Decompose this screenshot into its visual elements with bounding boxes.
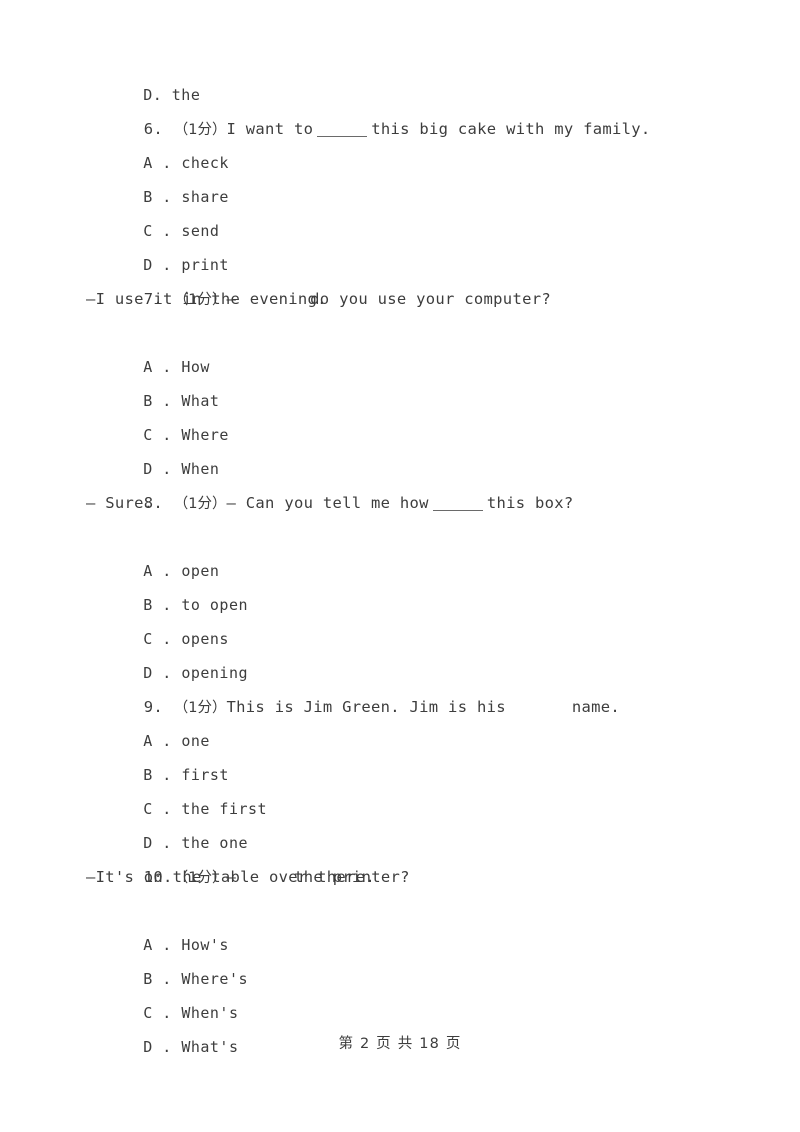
option-row: A . open: [86, 520, 746, 580]
option-text: Where: [181, 426, 229, 444]
answer-blank: [432, 510, 483, 511]
option-text: check: [181, 154, 229, 172]
option-letter: C: [143, 222, 153, 240]
option-separator: .: [162, 392, 172, 410]
question-stem-after: do you use your computer?: [310, 290, 551, 308]
question-number: 9.: [143, 698, 164, 716]
option-text: When: [181, 460, 220, 478]
option-separator: .: [162, 188, 172, 206]
option-separator: .: [162, 154, 172, 172]
option-separator: .: [162, 596, 172, 614]
option-letter: C: [143, 1004, 153, 1022]
option-text: one: [181, 732, 210, 750]
option-letter: A: [143, 562, 153, 580]
option-text: How's: [181, 936, 229, 954]
option-letter: B: [143, 392, 153, 410]
option-row: A . How's: [86, 894, 746, 954]
option-letter: D: [143, 86, 153, 104]
page-footer: 第 2 页 共 18 页: [338, 1036, 462, 1052]
option-separator: .: [162, 460, 172, 478]
question-stem-before: — Can you tell me how: [226, 494, 429, 512]
option-letter: C: [143, 426, 153, 444]
option-text: print: [181, 256, 229, 274]
option-text: How: [181, 358, 210, 376]
option-letter: D: [143, 256, 153, 274]
option-separator: .: [162, 1004, 172, 1022]
option-separator: .: [162, 664, 172, 682]
option-separator: .: [162, 562, 172, 580]
question-stem-after: this big cake with my family.: [371, 120, 651, 138]
option-separator: .: [162, 256, 172, 274]
exam-questions-body: D. the 6. （1分）I want to this big cake with…: [86, 44, 746, 1056]
option-letter: D: [143, 664, 153, 682]
option-text: What: [181, 392, 220, 410]
option-separator: .: [162, 358, 172, 376]
option-text: the first: [181, 800, 268, 818]
question-marks: （1分）: [173, 122, 227, 138]
option-separator: .: [162, 970, 172, 988]
option-letter: D: [143, 834, 153, 852]
question-stem-before: I want to: [226, 120, 314, 138]
option-letter: A: [143, 154, 153, 172]
option-separator: .: [162, 630, 172, 648]
option-text: to open: [181, 596, 249, 614]
question-stem-before: This is Jim Green. Jim is his: [226, 698, 506, 716]
question-stem-after: this box?: [486, 494, 574, 512]
option-letter: B: [143, 766, 153, 784]
option-row: D. the: [86, 44, 746, 104]
option-letter: A: [143, 732, 153, 750]
option-letter: C: [143, 800, 153, 818]
option-text: send: [181, 222, 220, 240]
option-letter: C: [143, 630, 153, 648]
option-text: share: [181, 188, 229, 206]
question-stem-after: name.: [571, 698, 621, 716]
option-separator: .: [162, 834, 172, 852]
option-separator: .: [162, 732, 172, 750]
option-separator: .: [162, 800, 172, 818]
option-row: A . How: [86, 316, 746, 376]
option-text: open: [181, 562, 220, 580]
document-page: D. the 6. （1分）I want to this big cake with…: [0, 0, 800, 1132]
option-letter: B: [143, 188, 153, 206]
option-separator: .: [162, 426, 172, 444]
option-separator: .: [162, 936, 172, 954]
option-letter: A: [143, 358, 153, 376]
answer-blank: [317, 136, 368, 137]
option-text: the one: [181, 834, 249, 852]
option-letter: B: [143, 970, 153, 988]
option-letter: B: [143, 596, 153, 614]
option-text: When's: [181, 1004, 239, 1022]
question-number: 6.: [143, 120, 164, 138]
option-letter: A: [143, 936, 153, 954]
option-separator: .: [162, 222, 172, 240]
option-text: Where's: [181, 970, 249, 988]
option-text: opening: [181, 664, 249, 682]
option-text: first: [181, 766, 229, 784]
question-marks: （1分）: [173, 496, 227, 512]
option-separator: .: [152, 86, 163, 104]
option-text: the: [171, 86, 201, 104]
option-text: opens: [181, 630, 229, 648]
option-separator: .: [162, 766, 172, 784]
question-answer-line: —It's on the table over there.: [86, 868, 375, 886]
option-letter: D: [143, 460, 153, 478]
question-marks: （1分）: [173, 700, 227, 716]
